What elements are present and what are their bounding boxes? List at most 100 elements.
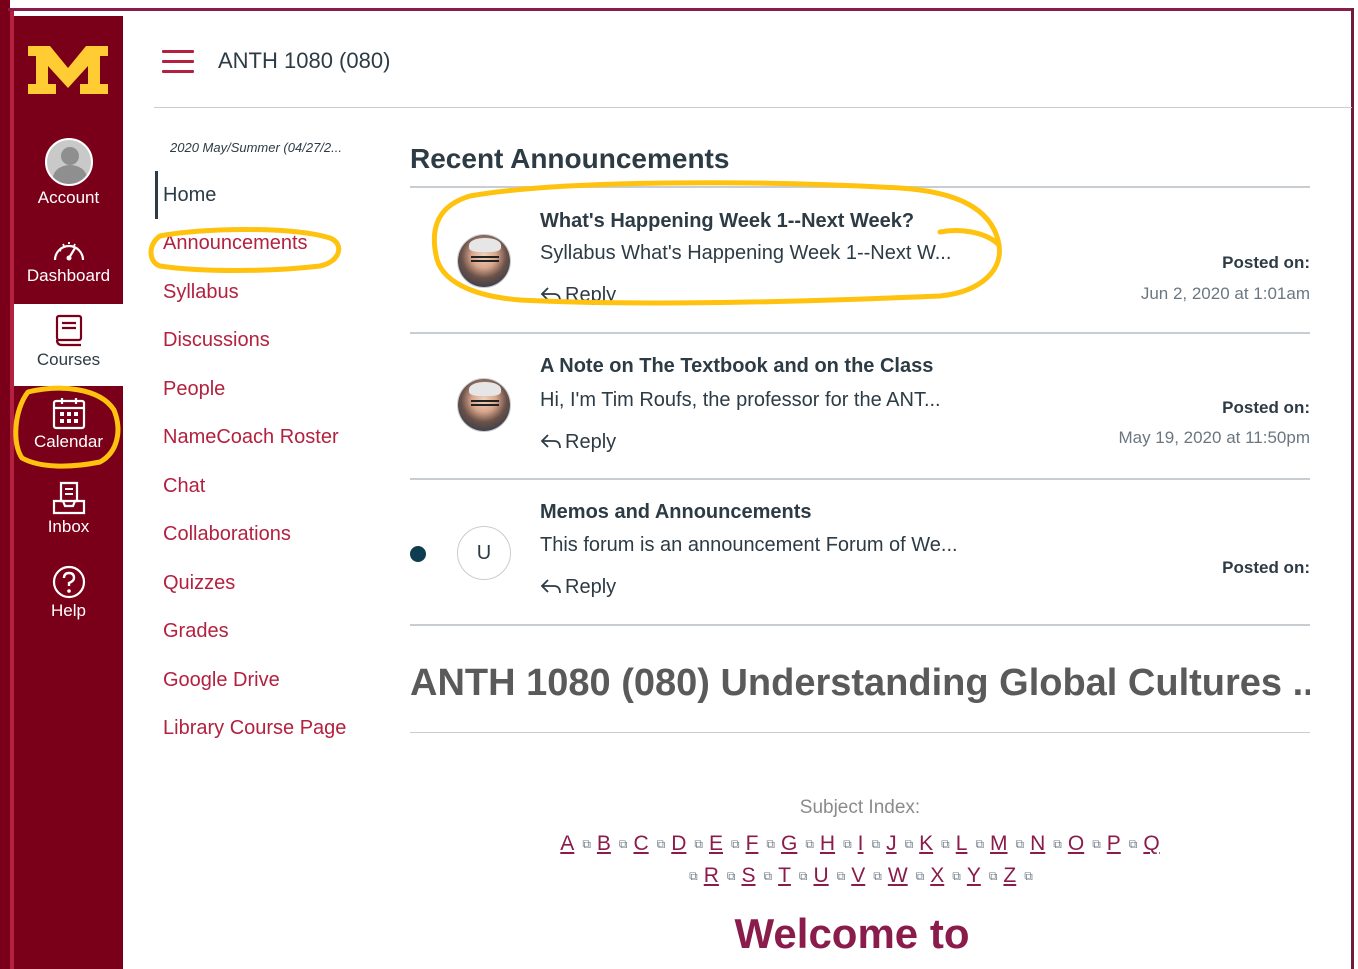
subject-index-letter-w[interactable]: W bbox=[888, 864, 908, 887]
posted-on-label: Posted on: bbox=[1222, 398, 1310, 417]
inbox-icon bbox=[52, 481, 85, 515]
subject-index-letter-r[interactable]: R bbox=[704, 864, 719, 887]
external-link-icon: ⧉ bbox=[988, 869, 998, 883]
author-avatar[interactable]: U bbox=[457, 526, 511, 580]
external-link-icon: ⧉ bbox=[731, 837, 740, 851]
subject-index-letter-d[interactable]: D bbox=[671, 832, 686, 855]
announcement-snippet: This forum is an announcement Forum of W… bbox=[540, 534, 958, 556]
course-nav-home[interactable]: Home bbox=[155, 171, 380, 219]
external-link-icon: ⧉ bbox=[766, 837, 775, 851]
subject-index-letter-y[interactable]: Y bbox=[967, 864, 981, 887]
announcement-snippet: Syllabus What's Happening Week 1--Next W… bbox=[540, 242, 952, 264]
reply-label: Reply bbox=[565, 576, 617, 598]
nav-calendar[interactable]: Calendar bbox=[14, 396, 123, 466]
subject-index-letter-x[interactable]: X bbox=[930, 864, 944, 887]
posted-date: Jun 2, 2020 at 1:01am bbox=[1140, 284, 1310, 303]
external-link-icon: ⧉ bbox=[904, 837, 914, 851]
subject-index-letter-v[interactable]: V bbox=[851, 864, 865, 887]
subject-index-letter-z[interactable]: Z bbox=[1003, 864, 1016, 887]
announcement-title-link[interactable]: What's Happening Week 1--Next Week? bbox=[540, 210, 914, 233]
nav-dashboard[interactable]: Dashboard bbox=[14, 236, 123, 306]
subject-index-letter-n[interactable]: N bbox=[1030, 832, 1045, 855]
subject-index-letter-h[interactable]: H bbox=[820, 832, 835, 855]
nav-inbox[interactable]: Inbox bbox=[14, 481, 123, 551]
subject-index-letter-i[interactable]: I bbox=[858, 832, 864, 855]
subject-index-letters: A ⧉ B ⧉ C ⧉ D ⧉ E ⧉ F ⧉ G ⧉ H ⧉ I ⧉ J ⧉ K ⧉ L ⧉ M ⧉ N ⧉ O ⧉ P ⧉ Q ⧉ R ⧉ S ⧉ T ⧉… bbox=[425, 828, 1295, 892]
external-link-icon: ⧉ bbox=[582, 837, 591, 851]
reply-link[interactable]: Reply bbox=[540, 576, 616, 599]
course-nav-collaborations[interactable]: Collaborations bbox=[155, 510, 380, 559]
hamburger-menu-icon[interactable] bbox=[162, 50, 194, 74]
external-link-icon: ⧉ bbox=[941, 837, 950, 851]
course-nav-discussions[interactable]: Discussions bbox=[155, 316, 380, 365]
external-link-icon: ⧉ bbox=[975, 837, 985, 851]
subject-index-letter-e[interactable]: E bbox=[709, 832, 723, 855]
help-question-icon bbox=[52, 565, 85, 599]
reply-link[interactable]: Reply bbox=[540, 431, 616, 454]
course-nav-grades[interactable]: Grades bbox=[155, 607, 380, 656]
subject-index-letter-t[interactable]: T bbox=[778, 864, 791, 887]
reply-label: Reply bbox=[565, 431, 617, 453]
subject-index-letter-m[interactable]: M bbox=[990, 832, 1008, 855]
announcement-title-link[interactable]: A Note on The Textbook and on the Class bbox=[540, 355, 933, 378]
nav-account[interactable]: Account bbox=[14, 138, 123, 218]
course-term: 2020 May/Summer (04/27/2... bbox=[170, 140, 342, 155]
subject-index-letter-j[interactable]: J bbox=[886, 832, 897, 855]
courses-book-icon bbox=[55, 314, 82, 347]
subject-index-letter-s[interactable]: S bbox=[741, 864, 755, 887]
nav-calendar-label: Calendar bbox=[34, 432, 103, 451]
announcement-snippet: Hi, I'm Tim Roufs, the professor for the… bbox=[540, 389, 941, 411]
subject-index-letter-f[interactable]: F bbox=[746, 832, 759, 855]
university-logo[interactable] bbox=[26, 44, 110, 96]
course-nav-announcements[interactable]: Announcements bbox=[155, 219, 380, 268]
external-link-icon: ⧉ bbox=[871, 837, 881, 851]
nav-inbox-label: Inbox bbox=[47, 517, 90, 536]
announcement-item: A Note on The Textbook and on the Class … bbox=[410, 334, 1310, 480]
welcome-heading: Welcome to bbox=[734, 910, 970, 957]
external-link-icon: ⧉ bbox=[694, 837, 703, 851]
subject-index-letter-u[interactable]: U bbox=[813, 864, 828, 887]
subject-index-letter-q[interactable]: Q bbox=[1143, 832, 1159, 855]
author-avatar[interactable] bbox=[457, 234, 511, 288]
external-link-icon: ⧉ bbox=[618, 837, 628, 851]
calendar-icon bbox=[52, 398, 85, 430]
reply-link[interactable]: Reply bbox=[540, 284, 616, 307]
external-link-icon: ⧉ bbox=[836, 869, 846, 883]
author-avatar[interactable] bbox=[457, 378, 511, 432]
subject-index-letter-a[interactable]: A bbox=[560, 832, 574, 855]
course-navigation: 2020 May/Summer (04/27/2... Home Announc… bbox=[155, 140, 380, 753]
nav-help-label: Help bbox=[51, 601, 86, 620]
reply-arrow-icon bbox=[540, 287, 561, 302]
subject-index-letter-g[interactable]: G bbox=[781, 832, 797, 855]
nav-dashboard-label: Dashboard bbox=[26, 266, 111, 285]
course-nav-quizzes[interactable]: Quizzes bbox=[155, 559, 380, 608]
course-nav-syllabus[interactable]: Syllabus bbox=[155, 268, 380, 317]
external-link-icon: ⧉ bbox=[689, 869, 698, 883]
subject-index-letter-p[interactable]: P bbox=[1107, 832, 1121, 855]
external-link-icon: ⧉ bbox=[1092, 837, 1101, 851]
course-nav-people[interactable]: People bbox=[155, 365, 380, 414]
nav-help[interactable]: Help bbox=[14, 565, 123, 635]
nav-courses-label: Courses bbox=[36, 350, 101, 369]
course-nav-namecoach-roster[interactable]: NameCoach Roster bbox=[155, 413, 380, 462]
nav-courses[interactable]: Courses bbox=[14, 304, 123, 386]
reply-label: Reply bbox=[565, 284, 617, 306]
posted-on-label: Posted on: bbox=[1222, 558, 1310, 577]
course-nav-library-course-page[interactable]: Library Course Page bbox=[155, 704, 380, 753]
reply-arrow-icon bbox=[540, 579, 561, 594]
breadcrumb-course-title[interactable]: ANTH 1080 (080) bbox=[218, 48, 390, 74]
subject-index-letter-c[interactable]: C bbox=[633, 832, 648, 855]
subject-index-letter-l[interactable]: L bbox=[956, 832, 968, 855]
external-link-icon: ⧉ bbox=[952, 869, 961, 883]
external-link-icon: ⧉ bbox=[763, 869, 773, 883]
announcement-title-link[interactable]: Memos and Announcements bbox=[540, 501, 812, 524]
subject-index-letter-b[interactable]: B bbox=[597, 832, 611, 855]
course-nav-chat[interactable]: Chat bbox=[155, 462, 380, 511]
course-header: ANTH 1080 (080) bbox=[154, 30, 1352, 108]
subject-index-letter-o[interactable]: O bbox=[1068, 832, 1084, 855]
dashboard-gauge-icon bbox=[53, 242, 84, 261]
subject-index-letter-k[interactable]: K bbox=[919, 832, 933, 855]
window-frame-right bbox=[1351, 8, 1354, 969]
global-navigation: Account Dashboard Courses Calendar Inbox… bbox=[14, 16, 123, 969]
course-nav-google-drive[interactable]: Google Drive bbox=[155, 656, 380, 705]
